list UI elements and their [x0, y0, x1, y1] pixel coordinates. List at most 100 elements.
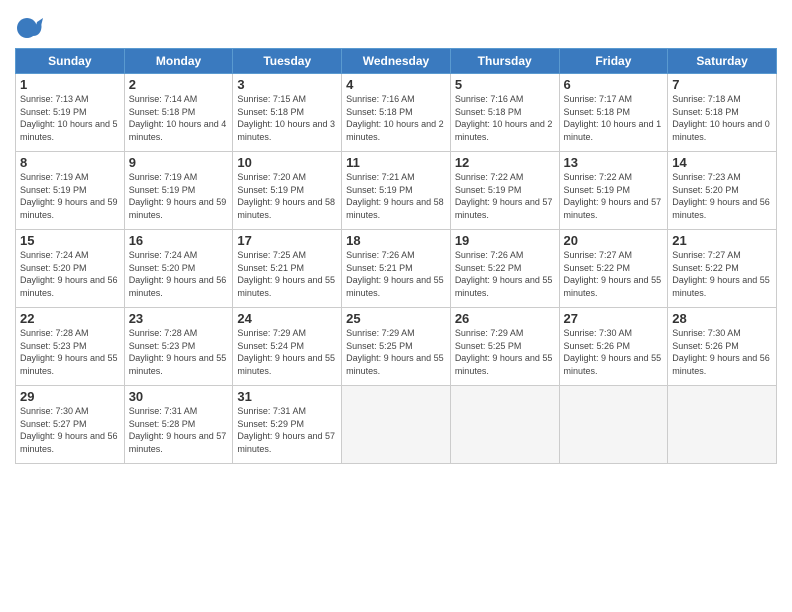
day-number: 3 [237, 77, 337, 92]
calendar-cell: 7Sunrise: 7:18 AMSunset: 5:18 PMDaylight… [668, 74, 777, 152]
calendar-cell: 18Sunrise: 7:26 AMSunset: 5:21 PMDayligh… [342, 230, 451, 308]
th-monday: Monday [124, 49, 233, 74]
calendar-cell: 22Sunrise: 7:28 AMSunset: 5:23 PMDayligh… [16, 308, 125, 386]
day-info: Sunrise: 7:29 AMSunset: 5:25 PMDaylight:… [455, 327, 555, 377]
th-thursday: Thursday [450, 49, 559, 74]
day-info: Sunrise: 7:28 AMSunset: 5:23 PMDaylight:… [20, 327, 120, 377]
calendar-cell: 21Sunrise: 7:27 AMSunset: 5:22 PMDayligh… [668, 230, 777, 308]
calendar-cell: 15Sunrise: 7:24 AMSunset: 5:20 PMDayligh… [16, 230, 125, 308]
day-number: 7 [672, 77, 772, 92]
day-info: Sunrise: 7:29 AMSunset: 5:25 PMDaylight:… [346, 327, 446, 377]
day-number: 16 [129, 233, 229, 248]
day-info: Sunrise: 7:31 AMSunset: 5:28 PMDaylight:… [129, 405, 229, 455]
calendar-cell: 19Sunrise: 7:26 AMSunset: 5:22 PMDayligh… [450, 230, 559, 308]
calendar-cell [450, 386, 559, 464]
day-info: Sunrise: 7:27 AMSunset: 5:22 PMDaylight:… [672, 249, 772, 299]
day-info: Sunrise: 7:26 AMSunset: 5:21 PMDaylight:… [346, 249, 446, 299]
day-info: Sunrise: 7:16 AMSunset: 5:18 PMDaylight:… [346, 93, 446, 143]
calendar-cell: 3Sunrise: 7:15 AMSunset: 5:18 PMDaylight… [233, 74, 342, 152]
th-sunday: Sunday [16, 49, 125, 74]
day-number: 4 [346, 77, 446, 92]
day-number: 13 [564, 155, 664, 170]
day-info: Sunrise: 7:14 AMSunset: 5:18 PMDaylight:… [129, 93, 229, 143]
calendar-cell: 27Sunrise: 7:30 AMSunset: 5:26 PMDayligh… [559, 308, 668, 386]
day-info: Sunrise: 7:16 AMSunset: 5:18 PMDaylight:… [455, 93, 555, 143]
day-info: Sunrise: 7:24 AMSunset: 5:20 PMDaylight:… [129, 249, 229, 299]
day-number: 30 [129, 389, 229, 404]
day-info: Sunrise: 7:25 AMSunset: 5:21 PMDaylight:… [237, 249, 337, 299]
day-info: Sunrise: 7:20 AMSunset: 5:19 PMDaylight:… [237, 171, 337, 221]
day-info: Sunrise: 7:30 AMSunset: 5:26 PMDaylight:… [672, 327, 772, 377]
day-info: Sunrise: 7:23 AMSunset: 5:20 PMDaylight:… [672, 171, 772, 221]
day-number: 10 [237, 155, 337, 170]
day-number: 19 [455, 233, 555, 248]
day-number: 1 [20, 77, 120, 92]
calendar-table: Sunday Monday Tuesday Wednesday Thursday… [15, 48, 777, 464]
calendar-cell: 4Sunrise: 7:16 AMSunset: 5:18 PMDaylight… [342, 74, 451, 152]
day-info: Sunrise: 7:24 AMSunset: 5:20 PMDaylight:… [20, 249, 120, 299]
th-friday: Friday [559, 49, 668, 74]
day-info: Sunrise: 7:30 AMSunset: 5:27 PMDaylight:… [20, 405, 120, 455]
calendar-week-5: 29Sunrise: 7:30 AMSunset: 5:27 PMDayligh… [16, 386, 777, 464]
day-info: Sunrise: 7:29 AMSunset: 5:24 PMDaylight:… [237, 327, 337, 377]
calendar-cell: 23Sunrise: 7:28 AMSunset: 5:23 PMDayligh… [124, 308, 233, 386]
calendar-cell: 31Sunrise: 7:31 AMSunset: 5:29 PMDayligh… [233, 386, 342, 464]
day-info: Sunrise: 7:27 AMSunset: 5:22 PMDaylight:… [564, 249, 664, 299]
day-number: 22 [20, 311, 120, 326]
calendar-cell: 25Sunrise: 7:29 AMSunset: 5:25 PMDayligh… [342, 308, 451, 386]
day-info: Sunrise: 7:19 AMSunset: 5:19 PMDaylight:… [129, 171, 229, 221]
day-number: 8 [20, 155, 120, 170]
day-info: Sunrise: 7:22 AMSunset: 5:19 PMDaylight:… [564, 171, 664, 221]
day-info: Sunrise: 7:18 AMSunset: 5:18 PMDaylight:… [672, 93, 772, 143]
calendar-cell: 28Sunrise: 7:30 AMSunset: 5:26 PMDayligh… [668, 308, 777, 386]
day-number: 12 [455, 155, 555, 170]
calendar-cell: 8Sunrise: 7:19 AMSunset: 5:19 PMDaylight… [16, 152, 125, 230]
day-number: 21 [672, 233, 772, 248]
header [15, 10, 777, 42]
header-row: Sunday Monday Tuesday Wednesday Thursday… [16, 49, 777, 74]
day-number: 29 [20, 389, 120, 404]
calendar-cell: 14Sunrise: 7:23 AMSunset: 5:20 PMDayligh… [668, 152, 777, 230]
day-number: 17 [237, 233, 337, 248]
calendar-cell: 20Sunrise: 7:27 AMSunset: 5:22 PMDayligh… [559, 230, 668, 308]
day-info: Sunrise: 7:30 AMSunset: 5:26 PMDaylight:… [564, 327, 664, 377]
calendar-cell: 6Sunrise: 7:17 AMSunset: 5:18 PMDaylight… [559, 74, 668, 152]
calendar-cell [668, 386, 777, 464]
th-saturday: Saturday [668, 49, 777, 74]
day-number: 31 [237, 389, 337, 404]
calendar-cell: 2Sunrise: 7:14 AMSunset: 5:18 PMDaylight… [124, 74, 233, 152]
day-number: 6 [564, 77, 664, 92]
day-info: Sunrise: 7:28 AMSunset: 5:23 PMDaylight:… [129, 327, 229, 377]
day-info: Sunrise: 7:13 AMSunset: 5:19 PMDaylight:… [20, 93, 120, 143]
calendar-cell [342, 386, 451, 464]
calendar-cell: 30Sunrise: 7:31 AMSunset: 5:28 PMDayligh… [124, 386, 233, 464]
calendar-cell: 17Sunrise: 7:25 AMSunset: 5:21 PMDayligh… [233, 230, 342, 308]
day-number: 11 [346, 155, 446, 170]
day-info: Sunrise: 7:15 AMSunset: 5:18 PMDaylight:… [237, 93, 337, 143]
day-info: Sunrise: 7:21 AMSunset: 5:19 PMDaylight:… [346, 171, 446, 221]
calendar-week-2: 8Sunrise: 7:19 AMSunset: 5:19 PMDaylight… [16, 152, 777, 230]
th-tuesday: Tuesday [233, 49, 342, 74]
th-wednesday: Wednesday [342, 49, 451, 74]
calendar-cell: 26Sunrise: 7:29 AMSunset: 5:25 PMDayligh… [450, 308, 559, 386]
day-number: 27 [564, 311, 664, 326]
day-number: 20 [564, 233, 664, 248]
day-number: 2 [129, 77, 229, 92]
day-number: 15 [20, 233, 120, 248]
day-info: Sunrise: 7:31 AMSunset: 5:29 PMDaylight:… [237, 405, 337, 455]
day-number: 9 [129, 155, 229, 170]
calendar-cell: 5Sunrise: 7:16 AMSunset: 5:18 PMDaylight… [450, 74, 559, 152]
calendar-week-1: 1Sunrise: 7:13 AMSunset: 5:19 PMDaylight… [16, 74, 777, 152]
calendar-cell: 16Sunrise: 7:24 AMSunset: 5:20 PMDayligh… [124, 230, 233, 308]
day-number: 23 [129, 311, 229, 326]
day-number: 24 [237, 311, 337, 326]
day-number: 26 [455, 311, 555, 326]
calendar-cell: 24Sunrise: 7:29 AMSunset: 5:24 PMDayligh… [233, 308, 342, 386]
calendar-cell: 10Sunrise: 7:20 AMSunset: 5:19 PMDayligh… [233, 152, 342, 230]
calendar-cell [559, 386, 668, 464]
logo-icon [15, 14, 43, 42]
calendar-week-4: 22Sunrise: 7:28 AMSunset: 5:23 PMDayligh… [16, 308, 777, 386]
day-number: 14 [672, 155, 772, 170]
day-info: Sunrise: 7:19 AMSunset: 5:19 PMDaylight:… [20, 171, 120, 221]
main-container: Sunday Monday Tuesday Wednesday Thursday… [0, 0, 792, 474]
